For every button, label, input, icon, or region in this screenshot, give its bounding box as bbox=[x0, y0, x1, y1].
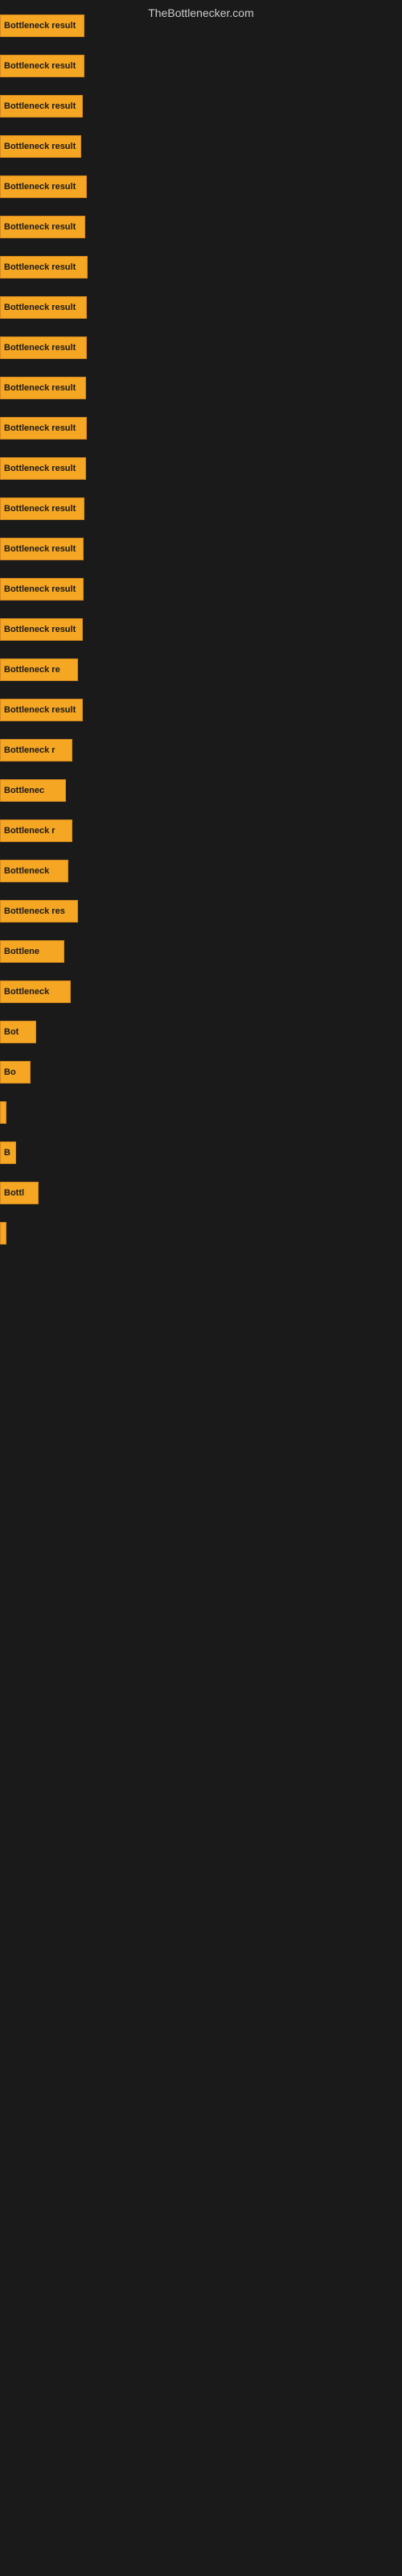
bar-item: Bottleneck result bbox=[0, 55, 84, 77]
bar-label: Bottleneck bbox=[4, 987, 49, 997]
bar-item: Bottleneck result bbox=[0, 417, 87, 440]
bar-label: Bottleneck result bbox=[4, 61, 76, 71]
bar-label: Bottleneck result bbox=[4, 21, 76, 31]
bar-item: Bottleneck result bbox=[0, 135, 81, 158]
bar-item: Bottlenec bbox=[0, 779, 66, 802]
bar-label: Bottleneck result bbox=[4, 142, 76, 151]
bar-item: Bottleneck result bbox=[0, 578, 84, 601]
bar-item: Bottleneck r bbox=[0, 819, 72, 842]
bar-label: Bottleneck result bbox=[4, 544, 76, 554]
bar-label: Bottlenec bbox=[4, 786, 44, 795]
bar-label: Bottleneck bbox=[4, 866, 49, 876]
bar-item: Bottleneck bbox=[0, 860, 68, 882]
bar-label: Bottleneck result bbox=[4, 584, 76, 594]
bar-label: Bottleneck re bbox=[4, 665, 60, 675]
bar-label: Bottlene bbox=[4, 947, 39, 956]
bar-label: Bottl bbox=[4, 1188, 24, 1198]
bar-item: Bottleneck re bbox=[0, 658, 78, 681]
bar-label: Bo bbox=[4, 1067, 16, 1077]
bar-label: Bottleneck result bbox=[4, 464, 76, 473]
bar-label: Bottleneck result bbox=[4, 182, 76, 192]
bar-item: B bbox=[0, 1141, 16, 1164]
bar-item bbox=[0, 1222, 6, 1245]
bar-label: Bottleneck res bbox=[4, 906, 65, 916]
bar-label: Bottleneck result bbox=[4, 343, 76, 353]
bar-label: Bottleneck result bbox=[4, 625, 76, 634]
bar-label: Bottleneck result bbox=[4, 705, 76, 715]
bar-item: Bottl bbox=[0, 1182, 39, 1204]
bar-item: Bottleneck result bbox=[0, 175, 87, 198]
bar-item: Bottleneck result bbox=[0, 618, 83, 641]
bar-label: Bottleneck result bbox=[4, 423, 76, 433]
bar-label: Bottleneck result bbox=[4, 222, 76, 232]
bar-item: Bottleneck result bbox=[0, 14, 84, 37]
bar-label: Bottleneck result bbox=[4, 101, 76, 111]
bar-label: Bottleneck r bbox=[4, 826, 55, 836]
bar-item: Bottleneck result bbox=[0, 256, 88, 279]
chart-container: TheBottlenecker.com Bottleneck resultBot… bbox=[0, 0, 402, 2576]
bar-item: Bottleneck result bbox=[0, 95, 83, 118]
bar-item: Bot bbox=[0, 1021, 36, 1043]
bar-item: Bottleneck result bbox=[0, 336, 87, 359]
bar-label: Bottleneck result bbox=[4, 504, 76, 514]
bar-item: Bottleneck result bbox=[0, 457, 86, 480]
bar-item: Bottleneck result bbox=[0, 296, 87, 319]
bar-item: Bottleneck result bbox=[0, 538, 84, 560]
bar-item: Bottlene bbox=[0, 940, 64, 963]
bar-item: Bottleneck bbox=[0, 980, 71, 1003]
bar-item: Bottleneck r bbox=[0, 739, 72, 762]
bar-label: Bottleneck result bbox=[4, 262, 76, 272]
bar-item bbox=[0, 1101, 6, 1124]
bar-item: Bottleneck result bbox=[0, 497, 84, 520]
bar-label: Bottleneck result bbox=[4, 303, 76, 312]
bar-item: Bottleneck res bbox=[0, 900, 78, 923]
bar-item: Bo bbox=[0, 1061, 31, 1084]
bar-item: Bottleneck result bbox=[0, 377, 86, 399]
bar-label: Bottleneck result bbox=[4, 383, 76, 393]
bar-item: Bottleneck result bbox=[0, 699, 83, 721]
bar-label: B bbox=[4, 1148, 10, 1158]
bar-label: Bot bbox=[4, 1027, 18, 1037]
bar-label: Bottleneck r bbox=[4, 745, 55, 755]
bar-item: Bottleneck result bbox=[0, 216, 85, 238]
